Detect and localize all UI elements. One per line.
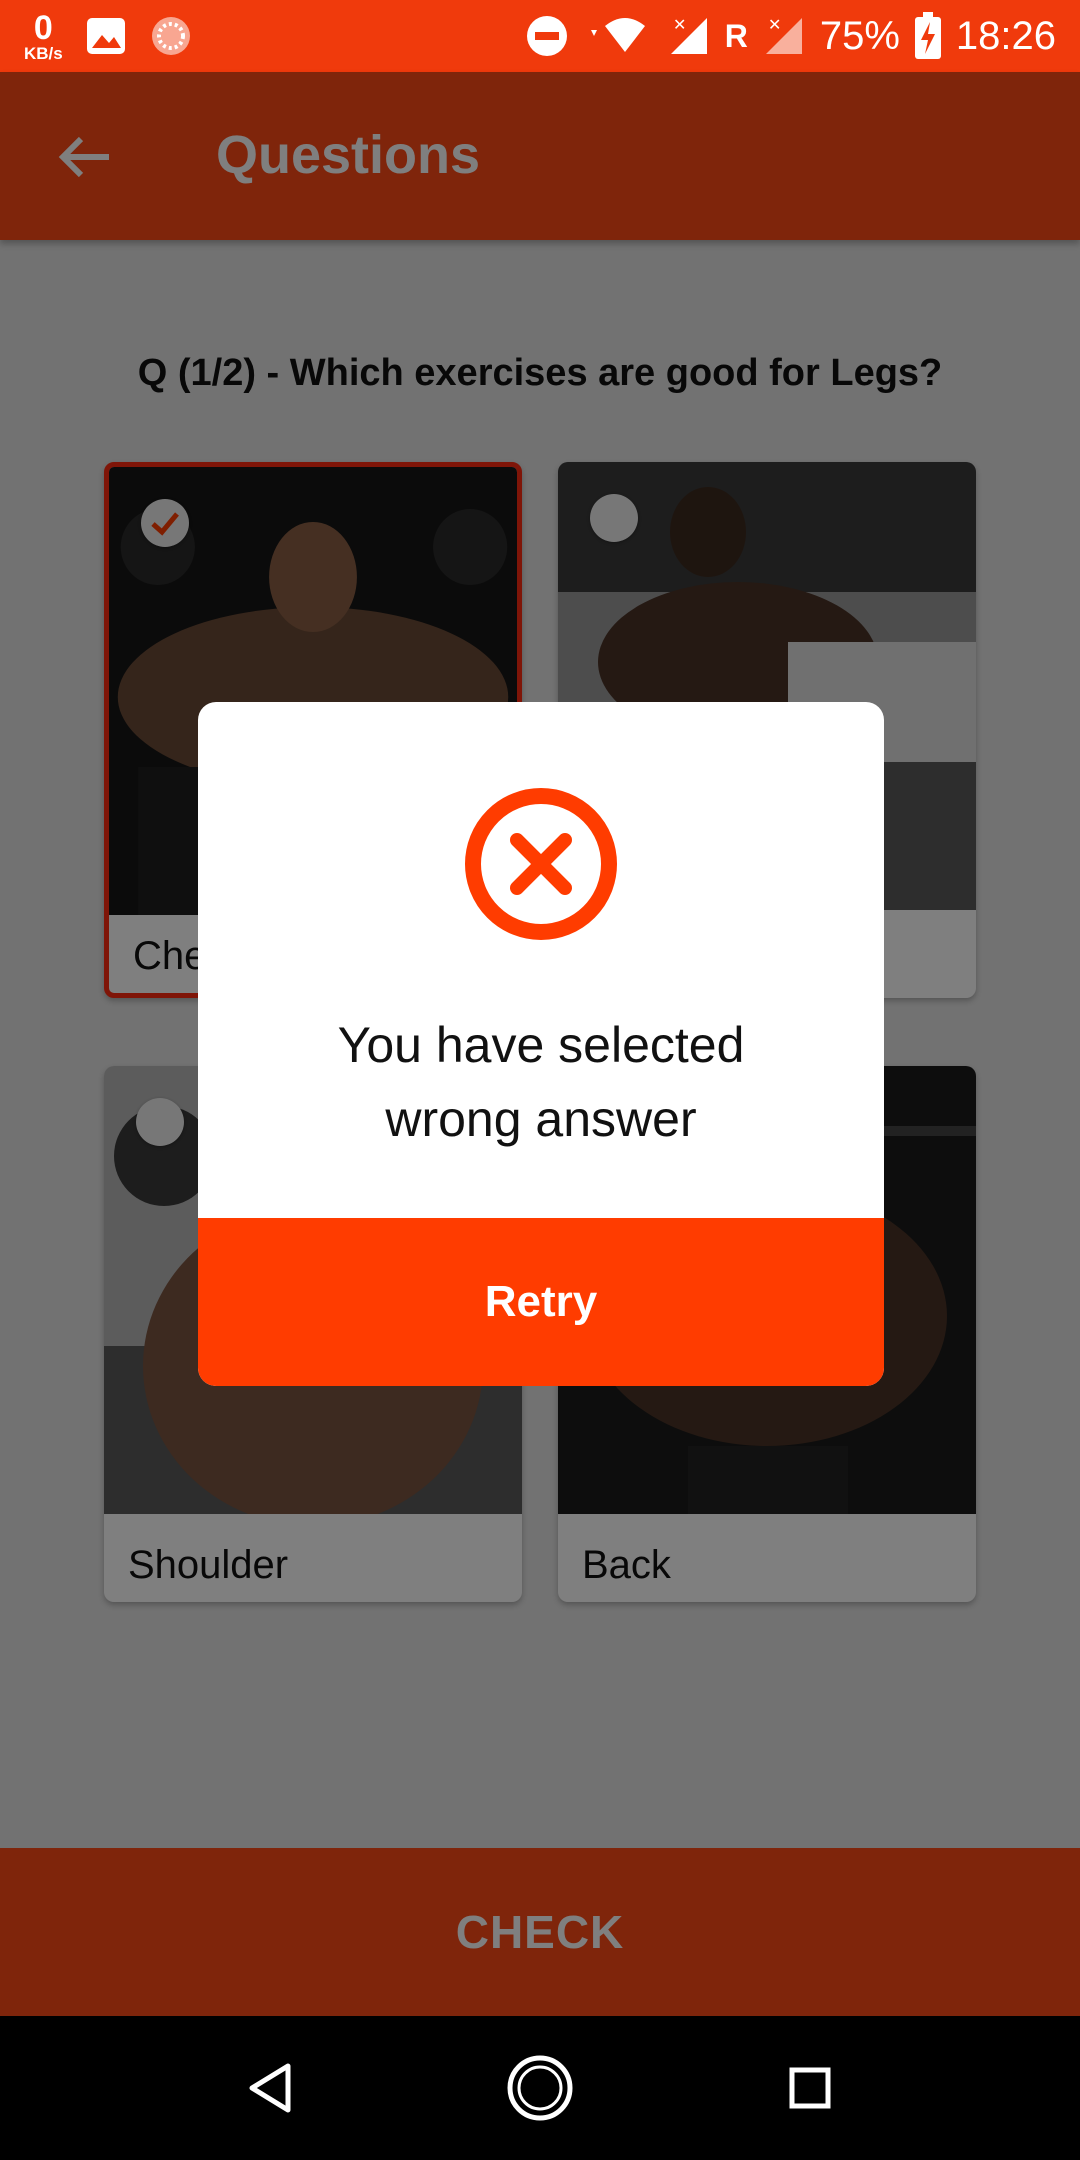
triangle-back-icon — [249, 2063, 291, 2113]
signal-icon: ✕ — [670, 15, 707, 54]
navigation-bar — [0, 2016, 1080, 2160]
clock: 18:26 — [955, 13, 1056, 58]
svg-text:✕: ✕ — [768, 15, 781, 34]
gallery-icon — [86, 18, 125, 54]
dialog-message-line2: wrong answer — [385, 1091, 697, 1147]
home-circle-icon — [507, 2055, 573, 2121]
status-bar: 0 KB/s ✕ R ✕ 75% 18:26 — [0, 0, 1080, 72]
do-not-disturb-icon — [526, 16, 567, 56]
close-circle-icon — [465, 788, 617, 940]
dialog-message: You have selected wrong answer — [198, 1008, 884, 1156]
battery-percent: 75% — [819, 13, 900, 58]
nav-back-button[interactable] — [234, 2052, 306, 2124]
network-speed: 0 KB/s — [24, 11, 63, 62]
wrong-answer-dialog: You have selected wrong answer Retry — [198, 702, 884, 1386]
signal-icon-2: ✕ — [765, 15, 802, 54]
wifi-icon — [590, 18, 645, 52]
roaming-indicator: R — [724, 17, 748, 54]
nav-recents-button[interactable] — [774, 2052, 846, 2124]
dialog-message-line1: You have selected — [337, 1017, 745, 1073]
svg-text:✕: ✕ — [673, 15, 686, 34]
sync-icon — [151, 17, 190, 55]
retry-button[interactable]: Retry — [198, 1218, 884, 1386]
network-speed-unit: KB/s — [24, 43, 63, 63]
battery-charging-icon — [914, 12, 941, 59]
network-speed-value: 0 — [33, 8, 53, 47]
nav-home-button[interactable] — [504, 2052, 576, 2124]
square-recents-icon — [789, 2067, 831, 2109]
